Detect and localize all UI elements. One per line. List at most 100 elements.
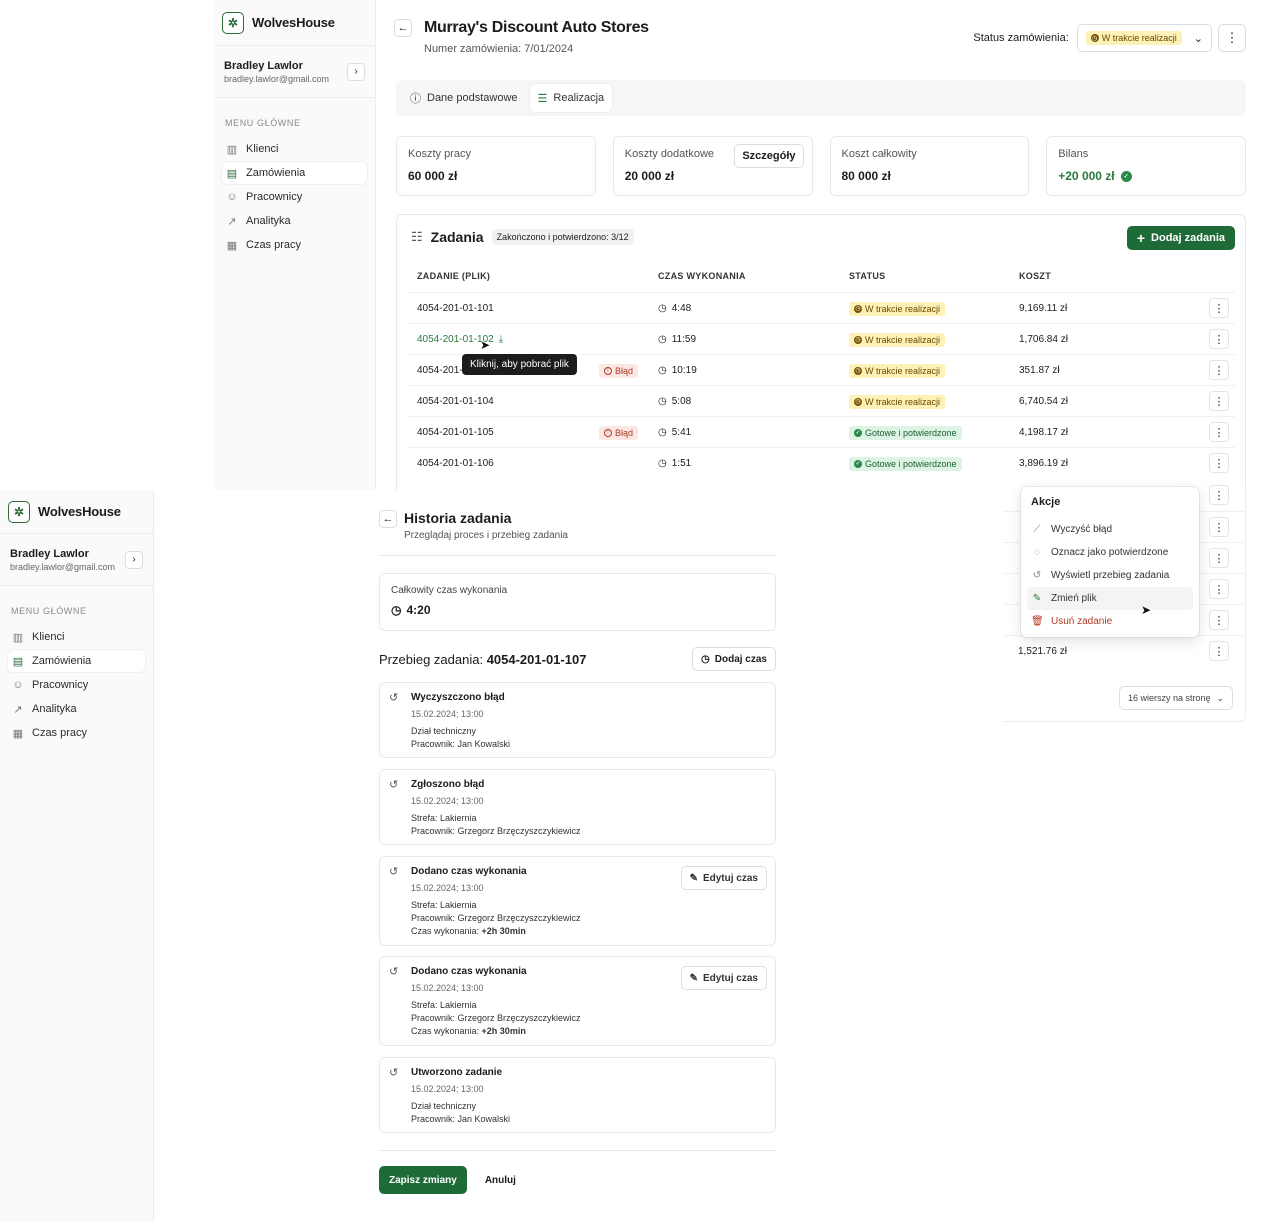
table-row[interactable]: 1,521.76 zł ⋮: [1003, 635, 1246, 666]
edit-time-button[interactable]: ✎ Edytuj czas: [680, 966, 767, 990]
total-time-text: 4:20: [406, 603, 431, 617]
more-vertical-icon[interactable]: ⋮: [1209, 391, 1229, 411]
cancel-button[interactable]: Anuluj: [477, 1166, 524, 1194]
add-time-button[interactable]: ◷ Dodaj czas: [692, 647, 776, 671]
brand[interactable]: ✲ WolvesHouse: [0, 490, 153, 534]
sidebar-item-label: Czas pracy: [32, 727, 88, 739]
alert-circle-icon: !: [604, 428, 612, 437]
task-time-value: 10:19: [671, 365, 697, 376]
menu-item-label: Wyświetl przebieg zadania: [1051, 570, 1170, 581]
actions-menu-title: Akcje: [1031, 496, 1061, 508]
sidebar-item-klienci[interactable]: ▥ Klienci: [222, 138, 367, 160]
menu-item-view-history[interactable]: ↺ Wyświetl przebieg zadania: [1027, 564, 1193, 587]
event-detail: Pracownik: Jan Kowalski: [411, 1114, 511, 1124]
tasks-progress-chip: Zakończono i potwierdzono: 3/12: [491, 229, 634, 245]
table-row[interactable]: 4054-201-01-106 ◷ 1:51 ✓ Gotowe i potwierd…: [407, 447, 1235, 478]
more-vertical-icon[interactable]: ⋮: [1209, 298, 1229, 318]
menu-label: MENU GŁÓWNE: [11, 606, 87, 616]
task-time-value: 1:51: [671, 458, 692, 469]
task-cost: 1,706.84 zł: [1019, 334, 1068, 345]
more-vertical-icon[interactable]: ⋮: [1209, 610, 1229, 630]
sidebar-item-analityka[interactable]: ↗ Analityka: [222, 210, 367, 232]
check-circle-icon: ✓: [854, 428, 862, 437]
more-vertical-icon[interactable]: ⋮: [1209, 485, 1229, 505]
more-vertical-icon[interactable]: ⋮: [1209, 579, 1229, 599]
task-name: 4054-201-01-105: [417, 427, 494, 438]
clock-icon: ◷: [658, 334, 667, 345]
task-name: 4054-201-0: [417, 365, 469, 376]
chevron-right-icon[interactable]: ›: [125, 550, 143, 569]
sidebar-item-pracownicy[interactable]: ☺ Pracownicy: [8, 674, 145, 696]
table-row[interactable]: 4054-201-01-104 ◷ 5:08 ◷ W trakcie realiza…: [407, 385, 1235, 416]
menu-item-change-file[interactable]: ✎ Zmień plik: [1027, 587, 1193, 610]
more-vertical-icon[interactable]: ⋮: [1209, 641, 1229, 661]
card-value: +20 000 zł ✓: [1058, 169, 1234, 183]
clock-icon: ◷: [658, 303, 667, 314]
clock-icon: ◷: [658, 365, 667, 376]
sidebar-item-label: Pracownicy: [32, 679, 89, 691]
user-panel: Bradley Lawlor bradley.lawlor@gmail.com …: [0, 534, 153, 586]
table-row[interactable]: 4054-201-01-102 ⤓ ◷ 11:59 ◷ W trakcie reali…: [407, 323, 1235, 354]
task-cost: 9,169.11 zł: [1019, 303, 1068, 314]
details-button[interactable]: Szczegóły: [734, 144, 804, 168]
event-detail: Strefa: Lakiernia: [411, 900, 477, 910]
history-subtitle: Przeglądaj proces i przebieg zadania: [404, 530, 568, 541]
status-badge: ✓ Gotowe i potwierdzone: [849, 425, 962, 440]
history-icon: ↺: [389, 779, 399, 791]
sidebar-item-label: Analityka: [32, 703, 77, 715]
sidebar-item-czas-pracy[interactable]: ▦ Czas pracy: [222, 234, 367, 256]
chevron-right-icon[interactable]: ›: [347, 62, 365, 81]
error-label: Błąd: [615, 365, 634, 376]
more-vertical-icon[interactable]: ⋮: [1209, 548, 1229, 568]
cursor-icon: ➤: [480, 338, 491, 352]
table-row[interactable]: 4054-201-01-105 ! Błąd ◷ 5:41 ✓ Gotowe i po…: [407, 416, 1235, 447]
tab-dane-podstawowe[interactable]: ⓘ Dane podstawowe: [402, 84, 526, 112]
sidebar-item-czas-pracy[interactable]: ▦ Czas pracy: [8, 722, 145, 744]
add-task-button[interactable]: + Dodaj zadania: [1126, 226, 1235, 250]
back-arrow-icon[interactable]: ←: [379, 510, 397, 528]
tab-realizacja[interactable]: ☰ Realizacja: [529, 84, 613, 112]
more-vertical-icon[interactable]: ⋮: [1209, 360, 1229, 380]
table-row[interactable]: 4054-201-01-101 ◷ 4:48 ◷ W trakcie realiza…: [407, 292, 1235, 323]
edit-time-button[interactable]: ✎ Edytuj czas: [680, 866, 767, 890]
sidebar-item-zamowienia[interactable]: ▤ Zamówienia: [222, 162, 367, 184]
menu-item-delete-task[interactable]: 🗑 Usuń zadanie: [1027, 610, 1193, 633]
tab-label: Dane podstawowe: [427, 92, 518, 104]
status-label: W trakcie realizacji: [865, 365, 941, 376]
user-panel: Bradley Lawlor bradley.lawlor@gmail.com …: [214, 46, 375, 98]
status-label: Status zamówienia:: [973, 32, 1069, 44]
status-badge: ✓ Gotowe i potwierdzone: [849, 456, 962, 471]
rows-per-page-select[interactable]: 16 wierszy na stronę ⌄: [1119, 686, 1234, 710]
more-vertical-icon[interactable]: ⋮: [1209, 517, 1229, 537]
card-label: Bilans: [1058, 148, 1089, 160]
menu-item-clear-error[interactable]: ⟋ Wyczyść błąd: [1027, 518, 1193, 541]
sidebar-item-analityka[interactable]: ↗ Analityka: [8, 698, 145, 720]
task-name: 4054-201-01-101: [417, 303, 494, 314]
task-file-link[interactable]: 4054-201-01-102 ⤓: [417, 324, 503, 355]
menu-item-label: Oznacz jako potwierdzone: [1051, 547, 1169, 558]
download-icon[interactable]: ⤓: [499, 334, 503, 345]
more-vertical-icon[interactable]: ⋮: [1218, 24, 1246, 52]
status-badge: ◷ W trakcie realizacji: [849, 301, 946, 316]
order-detail-view: ← Murray's Discount Auto Stores Numer za…: [376, 0, 1266, 490]
brand[interactable]: ✲ WolvesHouse: [214, 0, 375, 46]
save-button[interactable]: Zapisz zmiany: [379, 1166, 467, 1194]
tab-label: Realizacja: [553, 92, 605, 104]
sidebar-item-zamowienia[interactable]: ▤ Zamówienia: [8, 650, 145, 672]
menu-item-mark-confirmed[interactable]: ◌ Oznacz jako potwierdzone: [1027, 541, 1193, 564]
status-label: W trakcie realizacji: [865, 396, 941, 407]
total-time-card: Całkowity czas wykonania ◷ 4:20: [379, 573, 776, 631]
sidebar-item-pracownicy[interactable]: ☺ Pracownicy: [222, 186, 367, 208]
form-actions: Zapisz zmiany Anuluj: [379, 1166, 524, 1194]
more-vertical-icon[interactable]: ⋮: [1209, 422, 1229, 442]
more-vertical-icon[interactable]: ⋮: [1209, 329, 1229, 349]
task-time: ◷ 10:19: [658, 355, 697, 386]
edit-time-label: Edytuj czas: [702, 972, 758, 984]
more-vertical-icon[interactable]: ⋮: [1209, 453, 1229, 473]
sidebar-item-klienci[interactable]: ▥ Klienci: [8, 626, 145, 648]
pencil-icon: ✎: [689, 872, 698, 884]
status-select[interactable]: ◷ W trakcie realizacji ⌄: [1076, 24, 1212, 52]
tabs: ⓘ Dane podstawowe ☰ Realizacja: [396, 80, 1246, 116]
event-detail: Czas wykonania: +2h 30min: [411, 926, 766, 936]
back-arrow-icon[interactable]: ←: [394, 19, 412, 37]
